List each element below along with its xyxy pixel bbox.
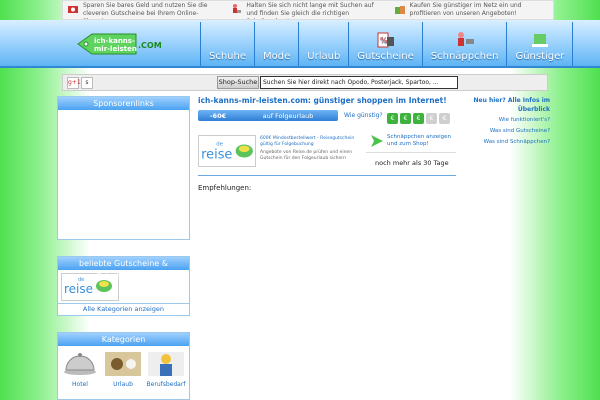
logo-line2: mir-leisten [94, 45, 137, 53]
worker-icon [148, 352, 184, 376]
search-toolbar: g+1 s Shop-Suche Suchen Sie hier direkt … [62, 74, 548, 91]
arrow-right-icon[interactable] [370, 133, 384, 149]
popular-panel: beliebte Gutscheine & Schnäppchen de rei… [57, 256, 190, 316]
deal-bar[interactable]: -60€ auf Folgeurlaub [198, 110, 338, 121]
sponsor-panel: Sponsorenlinks [57, 96, 190, 240]
logo-tld: .COM [138, 41, 162, 50]
rating-euro: € [400, 113, 411, 124]
category-label: Hotel [72, 381, 88, 388]
info-heading: Neu hier? Alle Infos im Überblick [473, 97, 551, 113]
tip-text: Sparen Sie bares Geld und nutzen Sie die… [83, 2, 208, 19]
svg-text:%: % [380, 36, 388, 45]
category-berufsbedarf[interactable]: Berufsbedarf [146, 350, 186, 388]
days-remaining: noch mehr als 30 Tage [375, 159, 449, 167]
nav-item-guenstiger[interactable]: Günstiger [506, 22, 574, 66]
deal-description: 600€ Mindestbestellwert - Reisegutschein… [260, 136, 366, 162]
deal-desc: Angebote von Reise.de prüfen und einen G… [260, 150, 353, 161]
shopper-cart-icon [233, 4, 242, 13]
nav-label: Schnäppchen [430, 51, 499, 62]
nav-label: Gutscheine [357, 51, 414, 62]
gplus-button[interactable]: g+1 [67, 77, 81, 89]
info-link[interactable]: Wie funktioniert's? [472, 116, 550, 125]
share-button[interactable]: s [81, 77, 93, 89]
rating-euro: € [439, 113, 450, 124]
logo-line1: ich-kanns- [94, 37, 135, 45]
site-logo[interactable]: ich-kanns- mir-leisten .COM [74, 30, 166, 64]
nav-label: Mode [263, 51, 291, 62]
nav-item-mode[interactable]: Mode [254, 22, 298, 66]
wie-guenstig-label: Wie günstig? [344, 112, 383, 119]
all-categories-link[interactable]: Alle Kategorien anzeigen [58, 303, 189, 313]
reise-logo-tile[interactable]: de reise [61, 273, 119, 301]
deal-shop-link[interactable]: Schnäppchen anzeigen und zum Shop! [387, 134, 453, 148]
deal-label: auf Folgeurlaub [262, 111, 314, 120]
tip-item: Sparen Sie bares Geld und nutzen Sie die… [63, 1, 226, 19]
reise-logo: de reise [64, 277, 112, 296]
nav-item-gutscheine[interactable]: % Gutscheine [348, 22, 421, 66]
rating-euro: € [387, 113, 398, 124]
svg-text:reise: reise [201, 148, 232, 163]
tip-item: Kaufen Sie günstiger im Netz ein und pro… [390, 1, 553, 19]
tip-text: Halten Sie sich nicht lange mit Suchen a… [246, 2, 374, 19]
tip-item: Halten Sie sich nicht lange mit Suchen a… [226, 1, 389, 19]
deal-amount: -60€ [209, 111, 227, 120]
svg-text:reise: reise [64, 282, 93, 296]
sponsor-title: Sponsorenlinks [58, 97, 189, 110]
category-urlaub[interactable]: Urlaub [103, 350, 143, 388]
money-coupon-icon [68, 6, 78, 13]
divider [198, 175, 456, 176]
price-rating: € € € € € [387, 113, 450, 124]
nav-item-urlaub[interactable]: Urlaub [298, 22, 348, 66]
shop-search-button[interactable]: Shop-Suche [217, 76, 259, 89]
rating-euro: € [426, 113, 437, 124]
main-nav: Schuhe Mode Urlaub % Gutscheine Schnäppc… [200, 22, 574, 66]
popular-title: beliebte Gutscheine & Schnäppchen [58, 257, 189, 281]
rating-euro: € [413, 113, 424, 124]
shop-search-input[interactable]: Suchen Sie hier direkt nach Opodo, Poste… [260, 76, 458, 89]
category-label: Urlaub [113, 381, 133, 388]
category-hotel[interactable]: Hotel [60, 350, 100, 388]
info-sidebar: Neu hier? Alle Infos im Überblick Wie fu… [472, 96, 551, 147]
page-title: ich-kanns-mir-leisten.com: günstiger sho… [198, 96, 447, 105]
categories-title: Kategorien [58, 333, 189, 346]
shopping-cart-icon [457, 32, 474, 46]
reise-logo: de reise [201, 142, 253, 163]
top-tips-strip: Sparen Sie bares Geld und nutzen Sie die… [62, 0, 554, 20]
deal-shop-logo[interactable]: de reise [198, 135, 256, 167]
info-link[interactable]: Was sind Gutscheine? [472, 127, 550, 136]
shopping-bags-icon [394, 6, 405, 14]
info-link[interactable]: Was sind Schnäppchen? [472, 138, 550, 147]
deal-title: 600€ Mindestbestellwert - Reisegutschein… [260, 136, 355, 147]
category-label: Berufsbedarf [146, 381, 186, 388]
nav-label: Günstiger [515, 51, 565, 62]
coupon-icon: % [377, 32, 394, 48]
nav-label: Urlaub [307, 51, 341, 62]
recommendations-heading: Empfehlungen: [198, 184, 252, 192]
piggy-bank-icon [531, 34, 548, 47]
nav-item-schnaeppchen[interactable]: Schnäppchen [421, 22, 507, 66]
nav-label: Schuhe [209, 51, 247, 62]
beach-icon [105, 352, 141, 376]
tip-text: Kaufen Sie günstiger im Netz ein und pro… [409, 2, 522, 17]
hotel-bell-icon [64, 353, 96, 375]
divider [366, 152, 456, 153]
nav-item-schuhe[interactable]: Schuhe [200, 22, 254, 66]
